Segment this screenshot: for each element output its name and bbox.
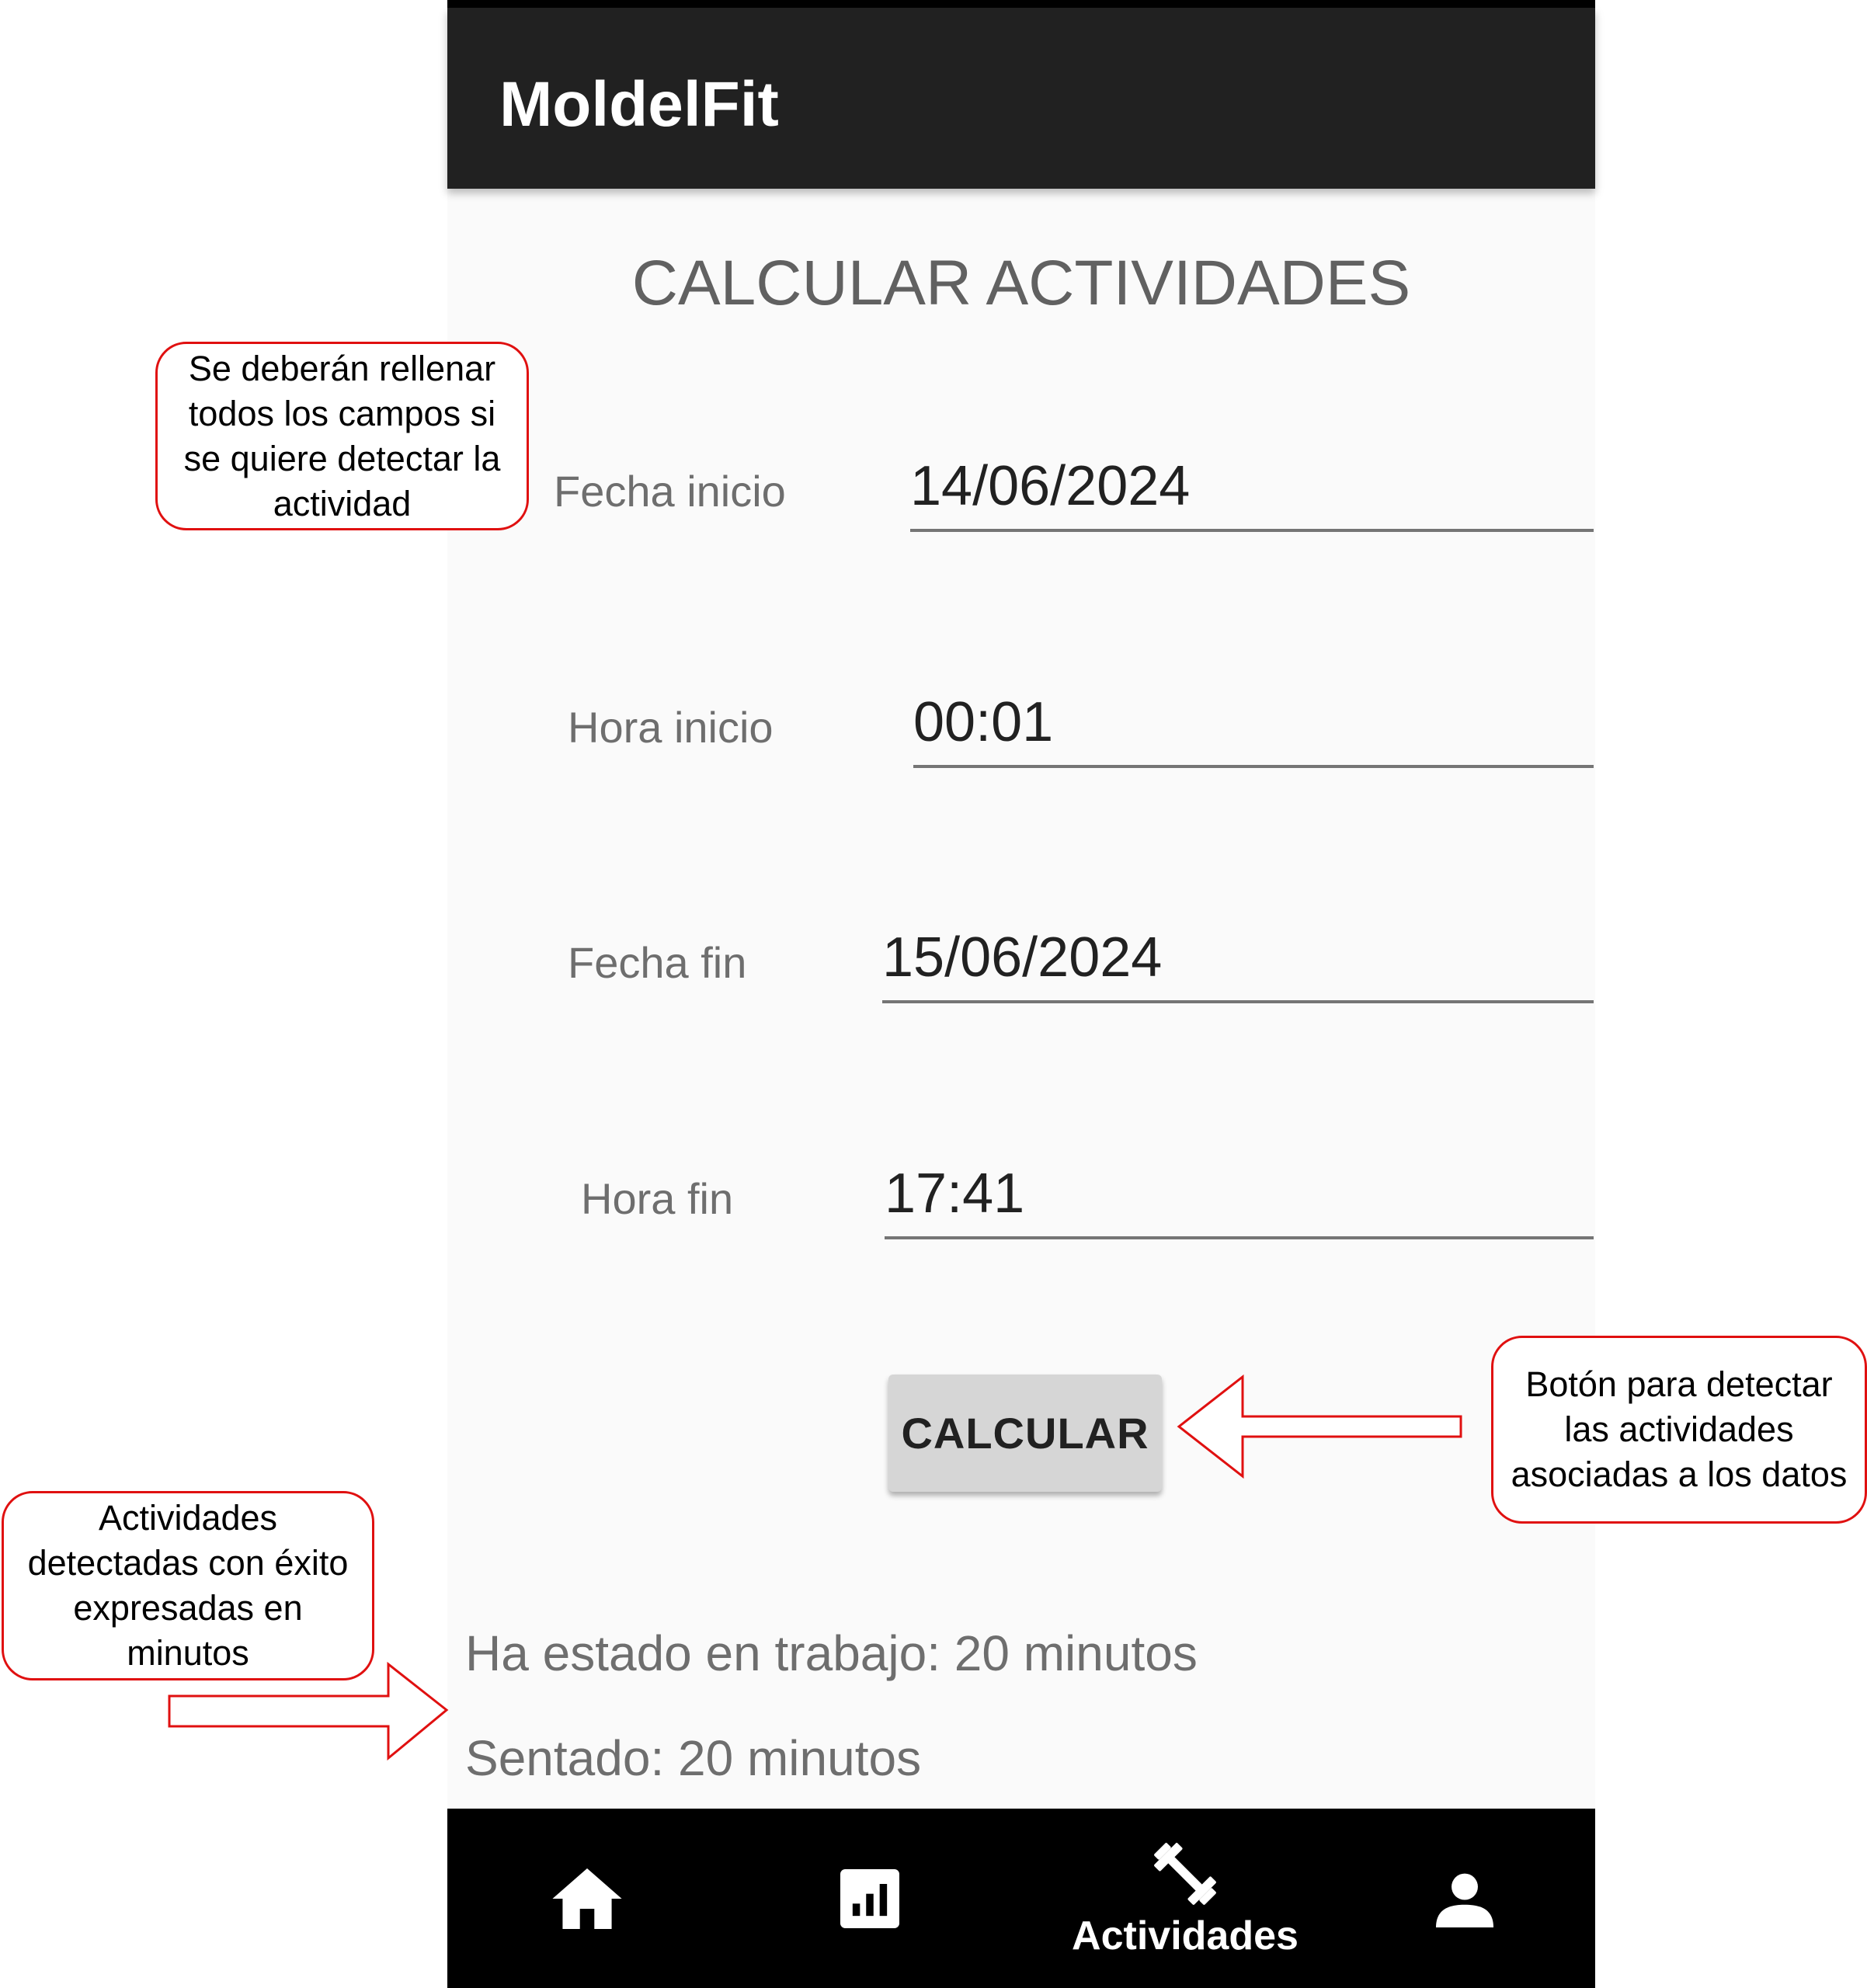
calculate-button[interactable]: CALCULAR [888, 1375, 1162, 1492]
end-date-field[interactable]: 15/06/2024 [882, 926, 1594, 1003]
end-date-value: 15/06/2024 [882, 926, 1163, 989]
screen-title: CALCULAR ACTIVIDADES [631, 248, 1411, 318]
start-date-label: Fecha inicio [554, 467, 786, 516]
start-time-label: Hora inicio [568, 703, 774, 752]
status-bar [447, 0, 1595, 8]
annotation-fill-fields: Se deberán rellenar todos los campos si … [155, 342, 529, 530]
nav-item-profile[interactable] [1410, 1809, 1519, 1988]
result-work: Ha estado en trabajo: 20 minutos [465, 1625, 1198, 1681]
annotation-button: Botón para detectar las actividades asoc… [1491, 1336, 1867, 1524]
start-date-field[interactable]: 14/06/2024 [910, 455, 1594, 532]
arrow-left-icon [1177, 1375, 1462, 1479]
app-title: MoldelFit [499, 69, 779, 140]
annotation-results: Actividades detectadas con éxito expresa… [2, 1491, 374, 1680]
start-time-value: 00:01 [913, 691, 1054, 753]
end-time-label: Hora fin [581, 1174, 734, 1223]
nav-item-activities[interactable]: Actividades [1053, 1809, 1317, 1988]
home-icon [552, 1868, 622, 1929]
result-sitting: Sentado: 20 minutos [465, 1730, 922, 1786]
end-time-value: 17:41 [885, 1163, 1025, 1225]
app-bar: MoldelFit [447, 8, 1595, 189]
arrow-right-icon [168, 1662, 449, 1761]
nav-item-stats[interactable] [815, 1809, 924, 1988]
start-date-value: 14/06/2024 [910, 455, 1191, 517]
phone-screen: MoldelFit CALCULAR ACTIVIDADES Fecha ini… [447, 0, 1595, 1988]
bottom-navigation: Actividades [447, 1809, 1595, 1988]
nav-item-activities-label: Actividades [1072, 1913, 1299, 1958]
bar-chart-icon [840, 1868, 899, 1928]
start-time-field[interactable]: 00:01 [913, 691, 1594, 768]
end-date-label: Fecha fin [568, 938, 747, 987]
nav-item-home[interactable] [533, 1809, 641, 1988]
person-icon [1436, 1873, 1493, 1927]
dumbbell-icon [1154, 1842, 1216, 1905]
end-time-field[interactable]: 17:41 [885, 1163, 1594, 1239]
